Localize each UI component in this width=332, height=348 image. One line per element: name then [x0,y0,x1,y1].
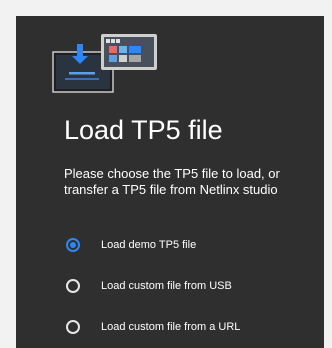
option-label-usb: Load custom file from USB [101,279,232,292]
load-tp5-dialog: Load TP5 file Please choose the TP5 file… [16,16,324,348]
radio-unselected-icon[interactable] [66,319,80,334]
file-transfer-illustration-icon [52,34,157,93]
option-load-from-usb[interactable]: Load custom file from USB [64,265,314,306]
dialog-description: Please choose the TP5 file to load, or t… [64,166,280,197]
option-label-url: Load custom file from a URL [101,320,241,333]
option-load-demo-file[interactable]: Load demo TP5 file [64,224,314,265]
radio-unselected-icon[interactable] [66,278,80,293]
option-load-from-url[interactable]: Load custom file from a URL [64,306,314,347]
dialog-title: Load TP5 file [64,115,223,145]
option-label-demo: Load demo TP5 file [101,238,197,251]
radio-selected-icon[interactable] [66,237,80,252]
load-source-radio-group: Load demo TP5 file Load custom file from… [64,224,314,347]
